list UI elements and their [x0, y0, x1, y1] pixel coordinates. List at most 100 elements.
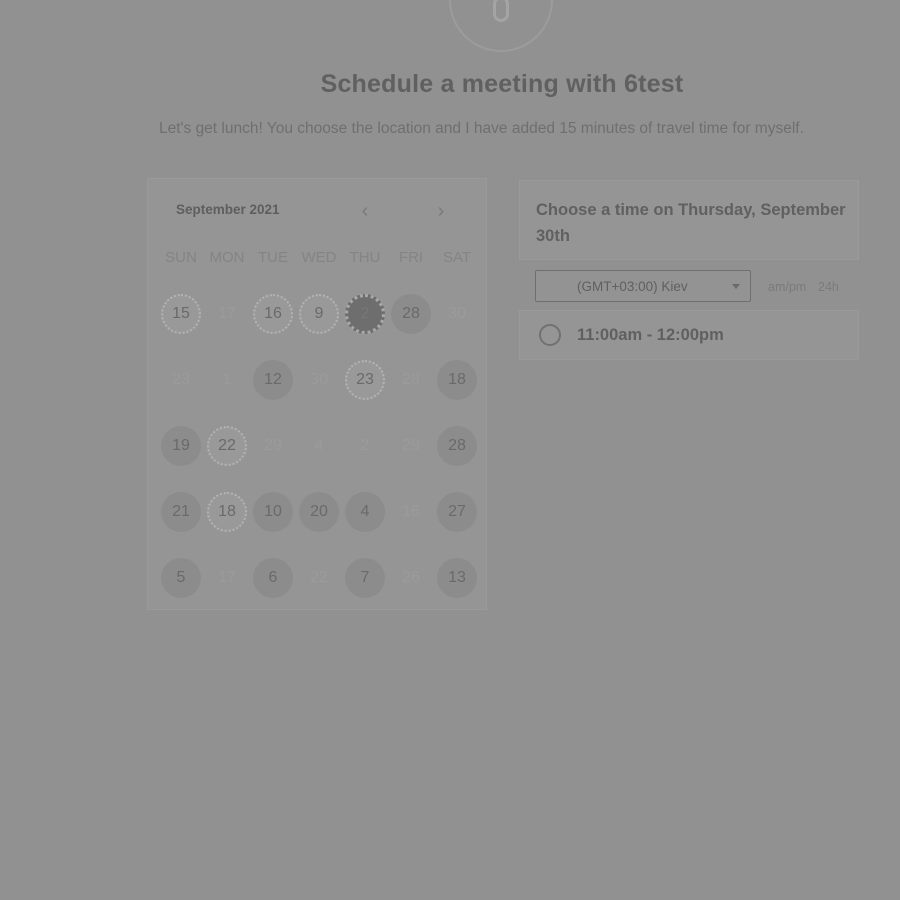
calendar-day: 1	[204, 357, 250, 403]
calendar-day: 2	[342, 423, 388, 469]
calendar-week-row: 19 22 29 4 2 29 28	[158, 413, 480, 479]
calendar-day-label: 28	[437, 426, 477, 466]
calendar-day-label: 2	[345, 294, 385, 334]
calendar-day-label: 30	[448, 305, 466, 322]
calendar-day-label: 10	[253, 492, 293, 532]
calendar-day-label: 4	[345, 492, 385, 532]
calendar-day[interactable]: 18	[434, 357, 480, 403]
calendar-day[interactable]: 27	[434, 489, 480, 535]
calendar-day-label: 27	[437, 492, 477, 532]
calendar-day-label: 29	[402, 437, 420, 454]
time-picker: Choose a time on Thursday, September 30t…	[519, 180, 859, 360]
calendar-day-label: 9	[299, 294, 339, 334]
calendar-day[interactable]: 15	[158, 291, 204, 337]
calendar-day-label: 4	[314, 437, 324, 454]
calendar-day-label: 1	[222, 371, 232, 388]
calendar-day: 30	[296, 357, 342, 403]
calendar-day: 26	[388, 555, 434, 601]
calendar-day-label: 15	[161, 294, 201, 334]
calendar-day: 22	[296, 555, 342, 601]
calendar-day[interactable]: 13	[434, 555, 480, 601]
calendar-day[interactable]: 28	[434, 423, 480, 469]
weekday-label: WED	[301, 249, 337, 266]
calendar-day[interactable]: 5	[158, 555, 204, 601]
calendar-day: 4	[296, 423, 342, 469]
calendar-day-label: 22	[310, 569, 328, 586]
calendar-day-label: 16	[253, 294, 293, 334]
weekday-label: THU	[349, 249, 381, 266]
calendar-day[interactable]: 21	[158, 489, 204, 535]
calendar-day-label: 20	[299, 492, 339, 532]
calendar-day: 17	[204, 291, 250, 337]
avatar	[449, 0, 553, 52]
weekday-label: SAT	[442, 249, 472, 266]
time-slot[interactable]: 11:00am - 12:00pm	[519, 310, 859, 360]
calendar-day-label: 16	[402, 503, 420, 520]
calendar-week-row: 21 18 10 20 4 16 27	[158, 479, 480, 545]
calendar-day: 28	[388, 357, 434, 403]
weekday-label: SUN	[165, 249, 197, 266]
calendar-day-label: 28	[391, 294, 431, 334]
calendar-day-label: 21	[161, 492, 201, 532]
calendar-day-label: 18	[437, 360, 477, 400]
calendar-day[interactable]: 16	[250, 291, 296, 337]
calendar-day-label: 28	[402, 371, 420, 388]
calendar-day-label: 22	[207, 426, 247, 466]
calendar-day: 29	[388, 423, 434, 469]
calendar-day-label: 23	[345, 360, 385, 400]
calendar-day[interactable]: 6	[250, 555, 296, 601]
calendar-day: 29	[250, 423, 296, 469]
calendar-day[interactable]: 28	[388, 291, 434, 337]
weekday-label: TUE	[258, 249, 288, 266]
format-ampm-toggle[interactable]: am/pm	[768, 280, 806, 294]
calendar-day[interactable]: 22	[204, 423, 250, 469]
calendar-day-label: 23	[172, 371, 190, 388]
calendar-day-label: 17	[218, 569, 236, 586]
timezone-row: (GMT+03:00) Kiev am/pm 24h	[519, 260, 859, 308]
calendar-day[interactable]: 4	[342, 489, 388, 535]
chevron-left-icon[interactable]: ‹	[355, 201, 375, 221]
paperclip-icon	[493, 0, 509, 22]
calendar-day: 23	[158, 357, 204, 403]
calendar-day-label: 7	[345, 558, 385, 598]
page-subtitle: Let's get lunch! You choose the location…	[159, 120, 804, 137]
calendar: September 2021 ‹ › SUN MON TUE WED THU F…	[147, 178, 487, 610]
calendar-day[interactable]: 12	[250, 357, 296, 403]
calendar-day-label: 19	[161, 426, 201, 466]
weekday-header: SUN MON TUE WED THU FRI SAT	[158, 249, 480, 266]
calendar-day-label: 18	[207, 492, 247, 532]
calendar-day-label: 26	[402, 569, 420, 586]
calendar-day-label: 13	[437, 558, 477, 598]
calendar-day[interactable]: 10	[250, 489, 296, 535]
calendar-day[interactable]: 7	[342, 555, 388, 601]
calendar-day: 17	[204, 555, 250, 601]
calendar-day[interactable]: 23	[342, 357, 388, 403]
caret-down-icon	[732, 284, 740, 289]
calendar-day: 16	[388, 489, 434, 535]
calendar-day-label: 2	[360, 437, 370, 454]
chevron-right-icon[interactable]: ›	[431, 201, 451, 221]
calendar-day-label: 6	[253, 558, 293, 598]
weekday-label: MON	[209, 249, 245, 266]
calendar-day[interactable]: 9	[296, 291, 342, 337]
radio-icon[interactable]	[539, 324, 561, 346]
time-slot-label: 11:00am - 12:00pm	[577, 325, 724, 344]
timezone-select[interactable]: (GMT+03:00) Kiev	[535, 270, 751, 302]
calendar-day-label: 5	[161, 558, 201, 598]
calendar-day[interactable]: 18	[204, 489, 250, 535]
calendar-day-label: 29	[264, 437, 282, 454]
calendar-week-row: 5 17 6 22 7 26 13	[158, 545, 480, 611]
calendar-week-row: 15 17 16 9 2 28 30	[158, 281, 480, 347]
calendar-month-label: September 2021	[176, 202, 280, 217]
calendar-day: 30	[434, 291, 480, 337]
calendar-day[interactable]: 19	[158, 423, 204, 469]
time-picker-heading: Choose a time on Thursday, September 30t…	[519, 180, 859, 260]
calendar-day-label: 12	[253, 360, 293, 400]
calendar-day[interactable]: 20	[296, 489, 342, 535]
format-24h-toggle[interactable]: 24h	[818, 280, 839, 294]
calendar-week-row: 23 1 12 30 23 28 18	[158, 347, 480, 413]
page-title: Schedule a meeting with 6test	[320, 70, 684, 98]
calendar-day[interactable]: 2	[342, 291, 388, 337]
scheduling-page: Schedule a meeting with 6test Let's get …	[0, 0, 900, 900]
weekday-label: FRI	[398, 249, 424, 266]
